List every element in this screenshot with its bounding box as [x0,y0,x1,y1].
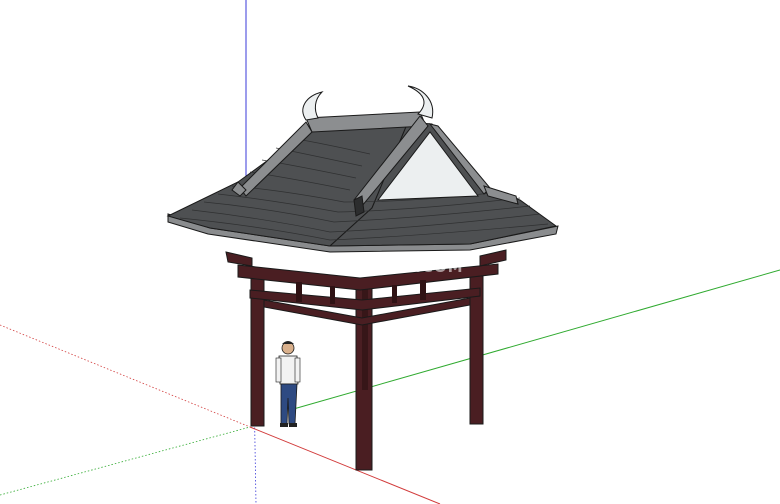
ridge-ornament-left [302,91,324,121]
pavilion-model[interactable] [166,85,559,471]
watermark-text: COI88.COM [360,258,464,276]
green-axis-dotted [0,426,251,496]
red-axis-dotted [0,324,251,428]
scale-figure[interactable] [275,341,301,427]
figure-arm-left [275,357,282,383]
roof-front-corner [353,195,365,217]
modeling-viewport[interactable]: COI88.COM [0,0,780,504]
red-axis-solid [249,426,441,504]
scene-canvas[interactable] [0,0,780,504]
axis-lines [0,0,780,504]
figure-pants [280,383,298,425]
column-mid [362,280,368,390]
figure-arm-right [294,357,301,383]
